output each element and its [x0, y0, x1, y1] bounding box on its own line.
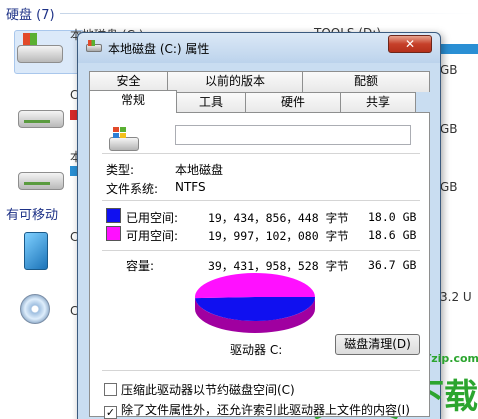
- compress-label: 压缩此驱动器以节约磁盘空间(C): [121, 383, 295, 397]
- tab-label: 共享: [365, 95, 390, 109]
- separator: [102, 370, 420, 371]
- tab-label: 以前的版本: [204, 74, 265, 88]
- capacity-label: 容量:: [126, 259, 155, 273]
- drive-d-usage-bar: [440, 44, 478, 54]
- group-header-hard-drives[interactable]: 硬盘 (7): [6, 4, 55, 23]
- general-tab-panel: 类型: 本地磁盘 文件系统: NTFS 已用空间: 19，434，856，448…: [89, 112, 430, 419]
- drive-led: [24, 182, 50, 185]
- tab-label: 工具: [198, 95, 223, 109]
- free-space-swatch: [106, 226, 121, 241]
- separator: [102, 153, 420, 154]
- hard-drive-icon: [18, 110, 64, 128]
- index-label: 除了文件属性外，还允许索引此驱动器上文件的内容(I): [121, 403, 410, 417]
- disk-cleanup-button[interactable]: 磁盘清理(D): [335, 334, 420, 355]
- free-space-bytes: 19，997，102，080 字节: [208, 229, 349, 243]
- index-checkbox[interactable]: ✓: [104, 406, 117, 419]
- memory-card-icon: [24, 232, 48, 270]
- tab-label: 常规: [120, 93, 145, 107]
- tab-label: 安全: [116, 74, 141, 88]
- free-space-gb: 18.6 GB: [368, 228, 417, 242]
- size-fragment: GB: [440, 122, 458, 136]
- close-icon: ✕: [404, 37, 416, 51]
- index-option[interactable]: ✓ 除了文件属性外，还允许索引此驱动器上文件的内容(I): [104, 401, 410, 419]
- compress-option[interactable]: 压缩此驱动器以节约磁盘空间(C): [104, 381, 295, 398]
- optical-drive-item[interactable]: [18, 290, 54, 332]
- hard-drive-icon: [18, 172, 64, 190]
- hard-drive-icon: [17, 45, 63, 63]
- file-system-value: NTFS: [175, 180, 206, 194]
- size-fragment: GB: [440, 63, 458, 77]
- properties-dialog[interactable]: 本地磁盘 (C:) 属性 ✕ 安全 以前的版本 配额 常规 工具 硬件 共享 类…: [77, 32, 441, 419]
- pie-slice-free: [195, 273, 315, 299]
- used-space-swatch: [106, 208, 121, 223]
- free-space-label: 可用空间:: [126, 229, 179, 243]
- removable-drive-item[interactable]: [18, 230, 54, 274]
- group-divider: [60, 13, 478, 14]
- used-space-label: 已用空间:: [126, 211, 179, 225]
- tab-tools[interactable]: 工具: [176, 92, 246, 113]
- capacity-gb: 36.7 GB: [368, 258, 417, 272]
- drive-name-input[interactable]: [175, 125, 411, 145]
- tab-previous-versions[interactable]: 以前的版本: [167, 71, 303, 92]
- group-header-removable[interactable]: 有可移动: [6, 204, 58, 223]
- windows-logo-icon: [23, 33, 37, 45]
- size-fragment: 3.2 U: [440, 290, 472, 304]
- drive-item[interactable]: [16, 96, 68, 140]
- drive-led: [24, 120, 50, 123]
- file-system-label: 文件系统:: [106, 182, 159, 196]
- tab-security[interactable]: 安全: [89, 71, 168, 92]
- close-button[interactable]: ✕: [388, 35, 432, 53]
- cd-icon: [20, 294, 50, 324]
- compress-checkbox[interactable]: [104, 383, 117, 396]
- group-header-label: 硬盘 (7): [6, 8, 55, 23]
- type-value: 本地磁盘: [175, 163, 224, 177]
- drive-title-icon: [86, 40, 102, 54]
- used-space-bytes: 19，434，856，448 字节: [208, 211, 349, 225]
- separator: [102, 200, 420, 201]
- dialog-title: 本地磁盘 (C:) 属性: [108, 42, 210, 56]
- disk-usage-pie-chart: [195, 273, 315, 333]
- tab-quota[interactable]: 配额: [302, 71, 430, 92]
- disk-cleanup-label: 磁盘清理(D): [344, 337, 411, 351]
- tab-general[interactable]: 常规: [89, 90, 177, 113]
- tab-label: 配额: [353, 74, 378, 88]
- tab-sharing[interactable]: 共享: [340, 92, 416, 113]
- tab-label: 硬件: [280, 95, 305, 109]
- drive-letter-label: 驱动器 C:: [230, 343, 283, 357]
- used-space-gb: 18.0 GB: [368, 210, 417, 224]
- separator: [102, 250, 420, 251]
- type-label: 类型:: [106, 163, 135, 177]
- size-fragment: GB: [440, 180, 458, 194]
- checkmark-icon: ✓: [105, 406, 116, 419]
- drive-item[interactable]: [16, 158, 68, 202]
- tab-hardware[interactable]: 硬件: [245, 92, 341, 113]
- group-header-label: 有可移动: [6, 208, 59, 223]
- dialog-titlebar[interactable]: 本地磁盘 (C:) 属性 ✕: [78, 33, 440, 63]
